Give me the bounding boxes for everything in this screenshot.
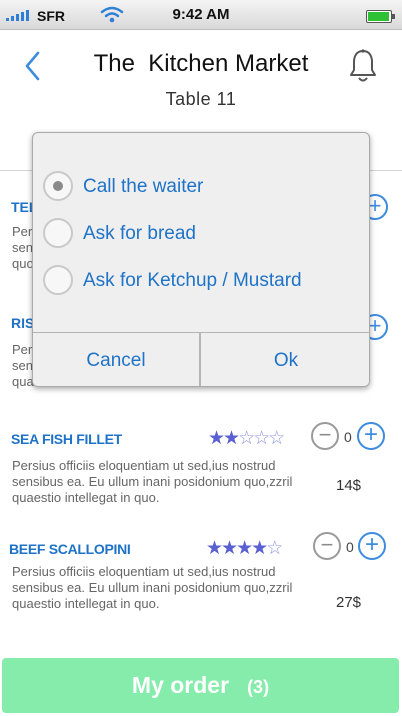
star-filled-icon: ★	[236, 538, 253, 559]
menu-item-price: 14$	[336, 477, 362, 494]
star-empty-icon: ☆	[268, 428, 285, 449]
menu-item-description: Persius officiis eloquentiam ut sed,ius …	[12, 458, 293, 505]
cancel-button[interactable]: Cancel	[33, 333, 201, 386]
my-order-button[interactable]: My order (3)	[2, 658, 399, 713]
menu-item-description: Persius officiis eloquentiam ut sed,ius …	[12, 564, 293, 611]
option-label: Ask for bread	[83, 223, 196, 244]
increase-quantity-button[interactable]: +	[357, 422, 385, 450]
quantity-value: 0	[344, 429, 352, 445]
battery-icon	[366, 10, 395, 23]
radio-icon[interactable]	[43, 218, 73, 248]
my-order-label: My order	[131, 672, 230, 698]
option-label: Call the waiter	[83, 176, 204, 197]
menu-item-price: 27$	[336, 594, 362, 611]
decrease-quantity-button[interactable]: −	[313, 532, 341, 560]
quantity-value: 0	[346, 539, 354, 555]
option-call-waiter[interactable]: Call the waiter	[41, 169, 361, 203]
status-bar: SFR 9:42 AM	[0, 0, 402, 30]
table-number: Table 11	[165, 89, 237, 109]
star-empty-icon: ☆	[238, 428, 255, 449]
bell-icon[interactable]	[348, 48, 378, 84]
radio-selected-icon[interactable]	[43, 171, 73, 201]
order-count-badge: (3)	[247, 677, 270, 697]
star-filled-icon: ★	[206, 538, 223, 559]
option-label: Ask for Ketchup / Mustard	[83, 270, 302, 291]
menu-item-name: BEEF SCALLOPINI	[9, 541, 131, 557]
ok-button[interactable]: Ok	[201, 333, 369, 386]
decrease-quantity-button[interactable]: −	[311, 422, 339, 450]
increase-quantity-button[interactable]: +	[358, 532, 386, 560]
page-title: The Kitchen Market	[93, 50, 309, 77]
star-filled-icon: ★	[221, 538, 238, 559]
option-ask-bread[interactable]: Ask for bread	[41, 216, 361, 250]
menu-item-name: RIS	[11, 315, 35, 331]
request-dialog: Call the waiter Ask for bread Ask for Ke…	[32, 132, 370, 387]
radio-icon[interactable]	[43, 265, 73, 295]
star-filled-icon: ★	[251, 538, 268, 559]
menu-item-name: SEA FISH FILLET	[11, 431, 122, 447]
rating-stars: ★★☆☆☆	[208, 427, 285, 450]
star-filled-icon: ★	[208, 428, 225, 449]
rating-stars: ★★★★☆	[206, 537, 283, 560]
star-empty-icon: ☆	[266, 538, 283, 559]
status-time: 9:42 AM	[172, 6, 230, 23]
option-ask-ketchup-mustard[interactable]: Ask for Ketchup / Mustard	[41, 263, 361, 297]
star-empty-icon: ☆	[253, 428, 270, 449]
star-filled-icon: ★	[223, 428, 240, 449]
